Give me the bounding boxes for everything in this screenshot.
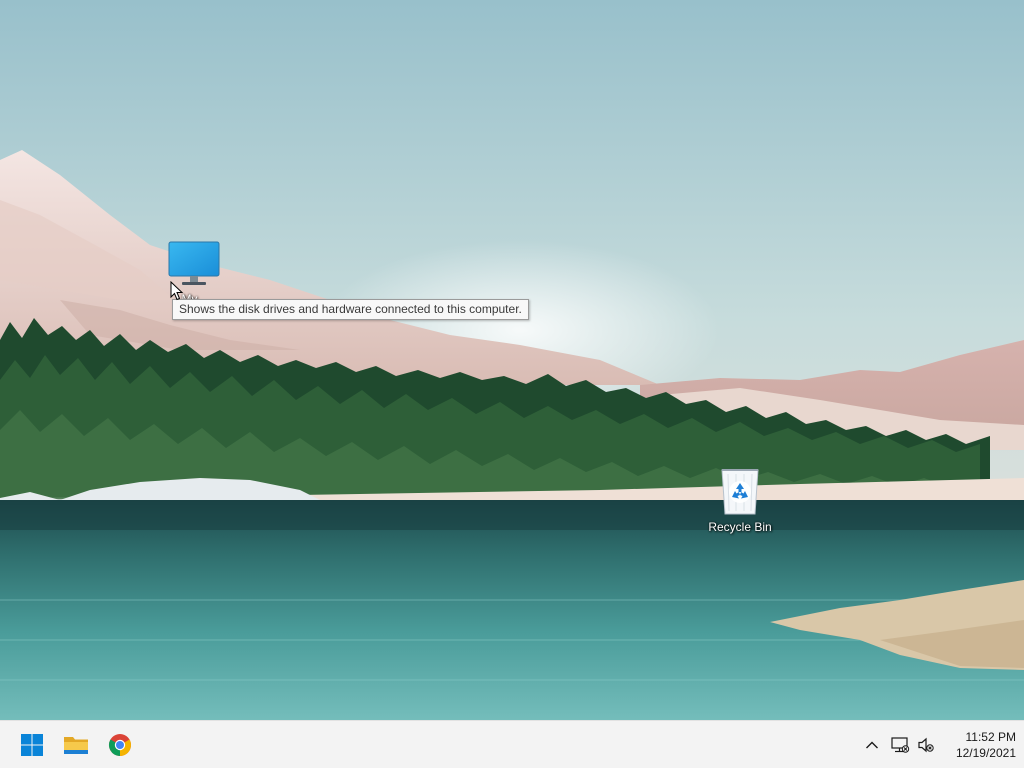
start-button[interactable] [12,725,52,765]
recycle-bin-icon [721,469,759,515]
desktop-wallpaper [0,0,1024,720]
network-icon [891,737,910,753]
chrome-button[interactable] [100,725,140,765]
network-status-button[interactable] [888,733,912,757]
file-explorer-icon [64,737,88,754]
show-hidden-icons-button[interactable] [860,733,884,757]
clock-date: 12/19/2021 [955,746,1016,760]
volume-button[interactable] [914,733,938,757]
taskbar-clock[interactable]: 11:52 PM 12/19/2021 [940,729,1016,761]
clock-time: 11:52 PM [965,730,1016,744]
chevron-up-icon [866,741,878,749]
chrome-icon [109,734,131,756]
desktop-icon-recycle-bin[interactable]: Recycle Bin [700,464,780,534]
desktop-icon-label: Recycle Bin [708,520,772,534]
windows-start-icon [21,734,43,756]
desktop-icon-this-pc[interactable]: My... [154,240,234,306]
tooltip: Shows the disk drives and hardware conne… [172,299,529,320]
volume-muted-icon [918,737,934,753]
file-explorer-button[interactable] [56,725,96,765]
mouse-cursor-icon [170,281,184,301]
taskbar: 11:52 PM 12/19/2021 [0,720,1024,768]
